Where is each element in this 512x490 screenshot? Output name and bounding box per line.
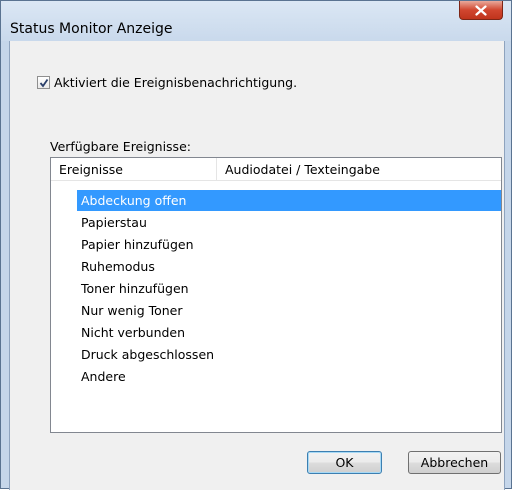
- close-button[interactable]: [459, 1, 503, 20]
- list-item[interactable]: Druck abgeschlossen: [77, 344, 214, 365]
- column-header-audio-text[interactable]: Audiodatei / Texteingabe: [225, 162, 380, 177]
- dialog-client-area: Aktiviert die Ereignisbenachrichtigung. …: [9, 41, 505, 490]
- list-item[interactable]: Papier hinzufügen: [77, 234, 194, 255]
- enable-notification-checkbox[interactable]: [37, 76, 50, 89]
- close-icon: [475, 4, 487, 16]
- window-title: Status Monitor Anzeige: [10, 21, 173, 37]
- list-item[interactable]: Nur wenig Toner: [77, 300, 183, 321]
- list-item[interactable]: Toner hinzufügen: [77, 278, 189, 299]
- checkmark-icon: [39, 78, 48, 87]
- list-item[interactable]: Papierstau: [77, 212, 147, 233]
- list-item[interactable]: Andere: [77, 366, 126, 387]
- notification-option: Aktiviert die Ereignisbenachrichtigung.: [37, 75, 297, 90]
- events-list[interactable]: Ereignisse Audiodatei / Texteingabe Abde…: [50, 157, 502, 433]
- list-item[interactable]: Abdeckung offen: [77, 190, 501, 211]
- list-item[interactable]: Ruhemodus: [77, 256, 155, 277]
- cancel-button[interactable]: Abbrechen: [408, 451, 501, 474]
- enable-notification-label[interactable]: Aktiviert die Ereignisbenachrichtigung.: [54, 75, 297, 90]
- list-item[interactable]: Nicht verbunden: [77, 322, 185, 343]
- column-header-events[interactable]: Ereignisse: [59, 162, 123, 177]
- list-header: Ereignisse Audiodatei / Texteingabe: [51, 158, 501, 181]
- ok-button[interactable]: OK: [307, 451, 382, 474]
- dialog-window: Status Monitor Anzeige Aktiviert die Ere…: [0, 0, 512, 490]
- available-events-label: Verfügbare Ereignisse:: [50, 139, 191, 154]
- title-bar: Status Monitor Anzeige: [1, 1, 511, 41]
- column-separator[interactable]: [216, 158, 217, 180]
